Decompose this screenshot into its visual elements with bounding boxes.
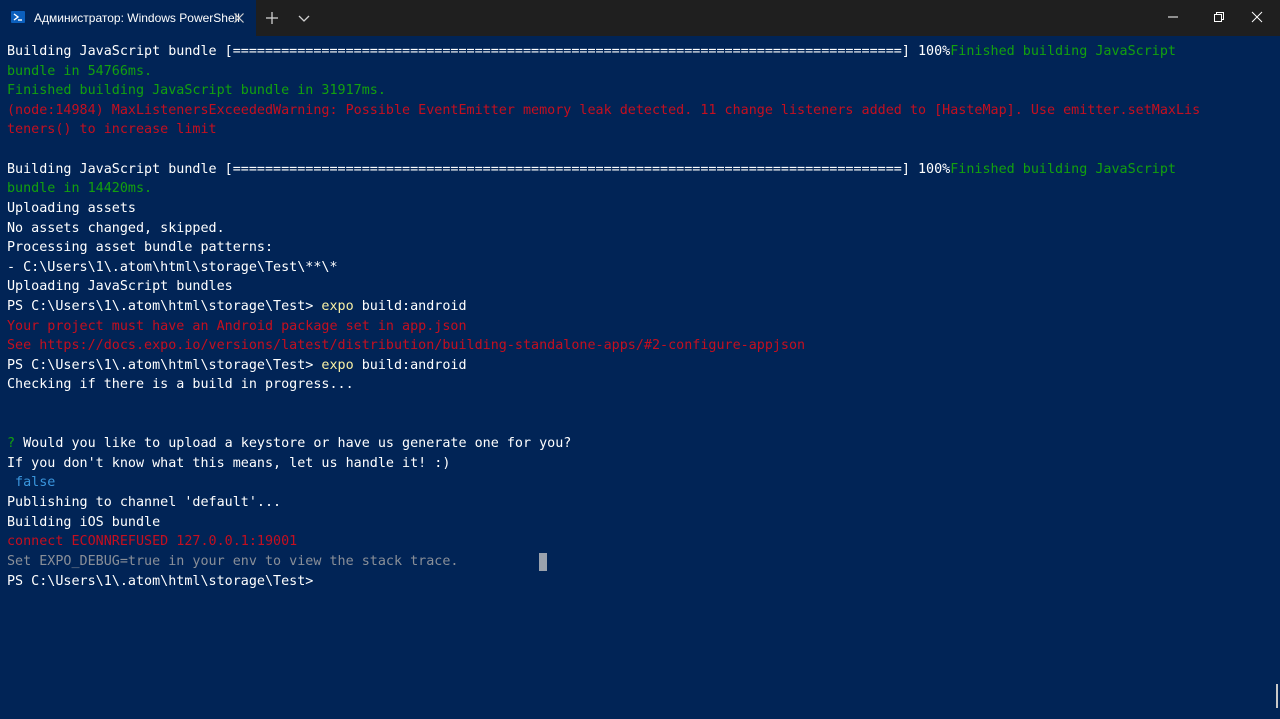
title-bar: Администратор: Windows PowerShell [0,0,1280,36]
error-line: See https://docs.expo.io/versions/latest… [7,338,806,353]
output-line: bundle in 14420ms. [7,181,153,196]
powershell-icon [11,11,25,23]
output-line: Processing asset bundle patterns: [7,240,274,255]
plus-icon[interactable] [262,8,282,28]
close-icon[interactable] [1234,0,1280,34]
output-line: Building JavaScript bundle [============… [7,42,1176,62]
output-line: Checking if there is a build in progress… [7,377,354,392]
question-text: Would you like to upload a keystore or h… [15,436,572,451]
error-line: connect ECONNREFUSED 127.0.0.1:19001 [7,534,298,549]
output-text: Finished building JavaScript [950,162,1176,177]
question-mark: ? [7,436,16,451]
output-line: Building JavaScript bundle [============… [7,160,1176,180]
warning-line: (node:14984) MaxListenersExceededWarning… [7,103,1201,118]
question-line: ? Would you like to upload a keystore or… [7,434,571,454]
close-icon[interactable] [229,8,249,28]
answer-line: false [7,475,56,490]
hint-line: Set EXPO_DEBUG=true in your env to view … [7,554,459,569]
command-args: build:android [353,358,467,373]
minimize-icon[interactable] [1150,0,1196,34]
command-line: PS C:\Users\1\.atom\html\storage\Test> e… [7,356,467,376]
output-line: If you don't know what this means, let u… [7,456,451,471]
command-name: expo [321,299,354,314]
error-line: Your project must have an Android packag… [7,319,467,334]
powershell-window: Администратор: Windows PowerShell Buildi… [0,0,1280,719]
warning-line: teners() to increase limit [7,122,217,137]
terminal-output[interactable]: Building JavaScript bundle [============… [0,36,1280,719]
output-line: Uploading assets [7,201,136,216]
output-text: Building JavaScript bundle [============… [7,44,951,59]
output-line: Building iOS bundle [7,515,161,530]
output-line: No assets changed, skipped. [7,221,225,236]
output-line: Uploading JavaScript bundles [7,279,233,294]
command-args: build:android [353,299,467,314]
command-line: PS C:\Users\1\.atom\html\storage\Test> e… [7,297,467,317]
output-line: Finished building JavaScript bundle in 3… [7,83,386,98]
text-cursor [539,553,547,571]
output-line: bundle in 54766ms. [7,64,153,79]
chevron-down-icon[interactable] [294,8,314,28]
output-line: Publishing to channel 'default'... [7,495,282,510]
tab-title: Администратор: Windows PowerShell [34,11,240,25]
output-line: - C:\Users\1\.atom\html\storage\Test\**\… [7,260,338,275]
output-text: Building JavaScript bundle [============… [7,162,951,177]
prompt: PS C:\Users\1\.atom\html\storage\Test> [7,358,322,373]
output-text: Finished building JavaScript [950,44,1176,59]
scrollbar-thumb[interactable] [1276,684,1278,708]
prompt-line[interactable]: PS C:\Users\1\.atom\html\storage\Test> [7,572,313,592]
prompt: PS C:\Users\1\.atom\html\storage\Test> [7,299,322,314]
command-name: expo [321,358,354,373]
tab-powershell[interactable]: Администратор: Windows PowerShell [0,0,256,36]
